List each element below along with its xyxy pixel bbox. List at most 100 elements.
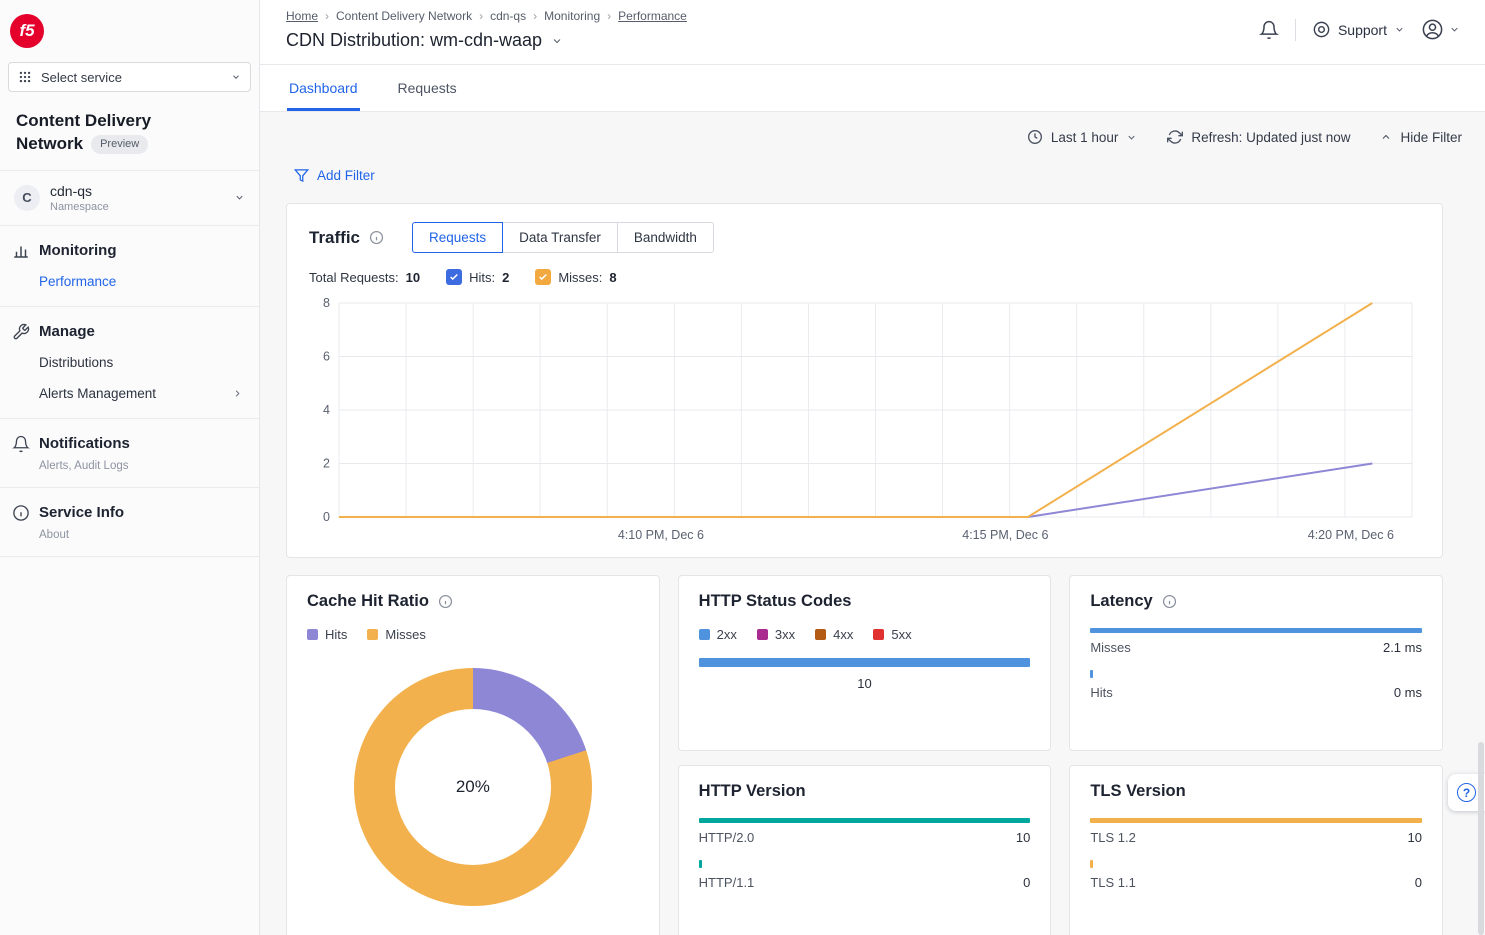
chevron-down-icon xyxy=(234,192,245,203)
svg-text:4:15 PM, Dec 6: 4:15 PM, Dec 6 xyxy=(962,528,1048,542)
traffic-tab-bandwidth[interactable]: Bandwidth xyxy=(617,222,714,253)
info-icon[interactable] xyxy=(369,230,384,245)
breadcrumb-namespace[interactable]: cdn-qs xyxy=(490,9,526,23)
notifications-bell-icon[interactable] xyxy=(1259,20,1279,40)
http2-label: HTTP/2.0 xyxy=(699,830,755,845)
bar-chart-icon xyxy=(12,242,30,260)
divider xyxy=(1295,19,1296,41)
hits-value: 2 xyxy=(502,270,509,285)
apps-grid-icon xyxy=(18,70,32,84)
sidebar-section-notifications: Notifications Alerts, Audit Logs xyxy=(0,419,259,488)
traffic-tab-data-transfer[interactable]: Data Transfer xyxy=(502,222,618,253)
f5-logo[interactable]: f5 xyxy=(10,14,44,48)
service-info-sublabel: About xyxy=(39,529,243,541)
svg-text:2: 2 xyxy=(323,457,330,471)
misses-checkbox[interactable] xyxy=(535,269,551,285)
hits-toggle: Hits: 2 xyxy=(446,269,509,285)
breadcrumb-monitoring[interactable]: Monitoring xyxy=(544,9,600,23)
chevron-up-icon xyxy=(1380,131,1392,143)
status-codes-legend: 2xx 3xx 4xx 5xx xyxy=(699,627,1031,642)
user-menu[interactable] xyxy=(1421,18,1460,41)
sidebar-item-service-info[interactable]: Service Info xyxy=(12,504,243,522)
status-5xx-label: 5xx xyxy=(891,627,911,642)
namespace-selector[interactable]: C cdn-qs Namespace xyxy=(0,170,259,226)
cache-legend: Hits Misses xyxy=(307,627,639,642)
http-version-card: HTTP Version HTTP/2.0 10 HTTP/1.1 0 xyxy=(678,765,1052,935)
add-filter-button[interactable]: Add Filter xyxy=(294,168,375,183)
tls-version-row-tls11: TLS 1.1 0 xyxy=(1090,860,1422,890)
tls11-value: 0 xyxy=(1415,875,1422,890)
legend-item-4xx: 4xx xyxy=(815,627,853,642)
preview-badge: Preview xyxy=(91,135,148,154)
svg-text:8: 8 xyxy=(323,296,330,310)
breadcrumb-home[interactable]: Home xyxy=(286,9,318,23)
sidebar-item-alerts-management[interactable]: Alerts Management xyxy=(39,386,243,401)
check-icon xyxy=(538,272,548,282)
filter-toolbar: Last 1 hour Refresh: Updated just now Hi… xyxy=(286,112,1462,145)
svg-text:6: 6 xyxy=(323,350,330,364)
page-title: CDN Distribution: wm-cdn-waap xyxy=(286,30,542,51)
breadcrumb-performance[interactable]: Performance xyxy=(618,9,687,23)
bell-icon xyxy=(12,435,30,453)
tls12-label: TLS 1.2 xyxy=(1090,830,1136,845)
sidebar-section-monitoring: Monitoring Performance xyxy=(0,226,259,307)
sidebar: f5 Select service Content Delivery Netwo… xyxy=(0,0,260,935)
legend-item-3xx: 3xx xyxy=(757,627,795,642)
svg-text:4:10 PM, Dec 6: 4:10 PM, Dec 6 xyxy=(618,528,704,542)
status-3xx-label: 3xx xyxy=(775,627,795,642)
select-service-dropdown[interactable]: Select service xyxy=(8,62,251,92)
product-title: Content Delivery NetworkPreview xyxy=(0,108,196,170)
tls12-value: 10 xyxy=(1408,830,1422,845)
info-icon[interactable] xyxy=(1162,594,1177,609)
traffic-tab-requests[interactable]: Requests xyxy=(412,222,503,253)
misses-value: 8 xyxy=(609,270,616,285)
user-avatar-icon xyxy=(1421,18,1444,41)
legend-item-misses: Misses xyxy=(367,627,425,642)
breadcrumb-separator-icon: › xyxy=(533,9,537,23)
traffic-card-header: Traffic Requests Data Transfer Bandwidth xyxy=(309,222,1420,253)
app-root: f5 Select service Content Delivery Netwo… xyxy=(0,0,1485,935)
chevron-right-icon xyxy=(232,388,243,399)
latency-misses-label: Misses xyxy=(1090,640,1130,655)
tls11-bar xyxy=(1090,860,1093,868)
status-4xx-label: 4xx xyxy=(833,627,853,642)
latency-title: Latency xyxy=(1090,592,1152,611)
add-filter-label: Add Filter xyxy=(317,168,375,183)
tab-dashboard[interactable]: Dashboard xyxy=(287,65,360,111)
sidebar-item-notifications[interactable]: Notifications xyxy=(12,435,243,453)
scrollbar-thumb[interactable] xyxy=(1478,742,1484,935)
tls12-bar xyxy=(1090,818,1422,823)
manage-label: Manage xyxy=(39,323,95,340)
chevron-down-icon[interactable] xyxy=(551,35,563,47)
breadcrumb-separator-icon: › xyxy=(325,9,329,23)
traffic-stats-row: Total Requests: 10 Hits: 2 xyxy=(309,269,1420,285)
refresh-button[interactable]: Refresh: Updated just now xyxy=(1167,129,1350,145)
time-range-dropdown[interactable]: Last 1 hour xyxy=(1027,129,1138,145)
cache-hit-ratio-title: Cache Hit Ratio xyxy=(307,592,429,611)
sidebar-item-monitoring[interactable]: Monitoring xyxy=(12,242,243,260)
sidebar-item-manage[interactable]: Manage xyxy=(12,323,243,341)
chevron-down-icon xyxy=(1126,132,1137,143)
tls-version-row-tls12: TLS 1.2 10 xyxy=(1090,818,1422,845)
latency-misses-value: 2.1 ms xyxy=(1383,640,1422,655)
tab-requests[interactable]: Requests xyxy=(396,65,459,111)
hide-filter-button[interactable]: Hide Filter xyxy=(1380,130,1462,145)
hits-label: Hits: xyxy=(469,270,495,285)
breadcrumb-cdn[interactable]: Content Delivery Network xyxy=(336,9,472,23)
info-icon[interactable] xyxy=(438,594,453,609)
sidebar-item-distributions[interactable]: Distributions xyxy=(39,355,243,370)
http-version-row-http11: HTTP/1.1 0 xyxy=(699,860,1031,890)
support-menu[interactable]: Support xyxy=(1312,20,1405,39)
status-2xx-label: 2xx xyxy=(717,627,737,642)
main-area: Home › Content Delivery Network › cdn-qs… xyxy=(260,0,1485,935)
http-status-codes-title: HTTP Status Codes xyxy=(699,592,852,611)
monitoring-label: Monitoring xyxy=(39,242,116,259)
notifications-label: Notifications xyxy=(39,435,130,452)
sidebar-item-performance[interactable]: Performance xyxy=(39,274,243,289)
legend-item-hits: Hits xyxy=(307,627,347,642)
metric-cards-grid: Cache Hit Ratio Hits Misses xyxy=(286,575,1443,935)
legend-item-2xx: 2xx xyxy=(699,627,737,642)
tls-version-card: TLS Version TLS 1.2 10 TLS 1.1 0 xyxy=(1069,765,1443,935)
hits-checkbox[interactable] xyxy=(446,269,462,285)
hide-filter-label: Hide Filter xyxy=(1400,130,1462,145)
